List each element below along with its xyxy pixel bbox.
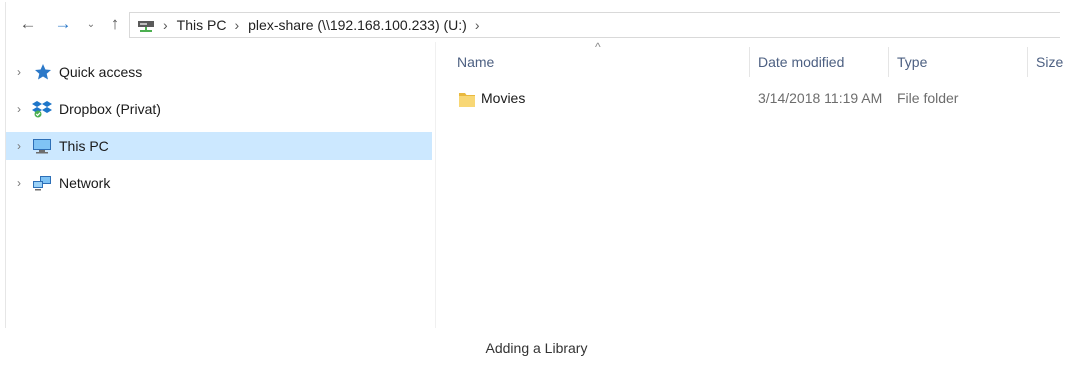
sidebar-item-dropbox[interactable]: › Dropbox (Privat) [6, 95, 432, 123]
back-arrow-icon[interactable]: ← [17, 12, 39, 36]
sidebar-item-label: This PC [59, 138, 109, 154]
star-icon [32, 63, 52, 81]
navigation-bar: ← → ⌄ ↑ › This PC › plex-share (\\192.16… [6, 10, 1060, 38]
image-caption: Adding a Library [485, 340, 588, 356]
file-name: Movies [481, 90, 526, 106]
column-header-type[interactable]: Type [897, 54, 927, 70]
breadcrumb-plex-share[interactable]: plex-share (\\192.168.100.233) (U:) [248, 17, 467, 33]
expand-chevron-icon[interactable]: › [6, 65, 32, 79]
list-item[interactable]: Movies 3/14/2018 11:19 AM File folder [437, 84, 1059, 112]
address-bar[interactable]: › This PC › plex-share (\\192.168.100.23… [129, 12, 1060, 38]
sidebar-item-network[interactable]: › Network [6, 169, 432, 197]
computer-icon [32, 137, 52, 155]
pane-divider[interactable] [435, 42, 436, 328]
column-divider[interactable] [888, 47, 889, 77]
expand-chevron-icon[interactable]: › [6, 102, 32, 116]
sidebar-item-quick-access[interactable]: › Quick access [6, 58, 432, 86]
up-arrow-icon[interactable]: ↑ [104, 12, 126, 36]
breadcrumb-separator[interactable]: › [475, 17, 480, 33]
sidebar-item-this-pc[interactable]: › This PC [6, 132, 432, 160]
network-icon [32, 174, 52, 192]
file-type: File folder [897, 90, 959, 106]
column-header-date-modified[interactable]: Date modified [758, 54, 844, 70]
recent-locations-chevron-icon[interactable]: ⌄ [84, 12, 98, 36]
file-date-modified: 3/14/2018 11:19 AM [758, 90, 883, 106]
expand-chevron-icon[interactable]: › [6, 176, 32, 190]
breadcrumb-separator[interactable]: › [163, 17, 168, 33]
sidebar-item-label: Dropbox (Privat) [59, 101, 161, 117]
column-header-size[interactable]: Size [1036, 54, 1063, 70]
network-drive-icon [137, 17, 155, 33]
column-header-name[interactable]: Name [457, 54, 494, 70]
sidebar-item-label: Network [59, 175, 111, 191]
sort-ascending-icon: ^ [595, 40, 601, 54]
expand-chevron-icon[interactable]: › [6, 139, 32, 153]
breadcrumb-separator[interactable]: › [234, 17, 239, 33]
breadcrumb-this-pc[interactable]: This PC [177, 17, 227, 33]
file-list: ^ Name Date modified Type Size Movies 3/… [437, 40, 1063, 112]
column-divider[interactable] [749, 47, 750, 77]
column-headers: ^ Name Date modified Type Size [437, 40, 1063, 82]
sidebar-item-label: Quick access [59, 64, 143, 80]
column-divider[interactable] [1027, 47, 1028, 77]
file-explorer-window: ← → ⌄ ↑ › This PC › plex-share (\\192.16… [5, 2, 1063, 328]
navigation-pane: › Quick access › Dropbox (Privat) › This… [6, 58, 432, 206]
folder-icon [459, 90, 475, 108]
dropbox-icon [32, 100, 52, 118]
forward-arrow-icon[interactable]: → [52, 12, 74, 36]
